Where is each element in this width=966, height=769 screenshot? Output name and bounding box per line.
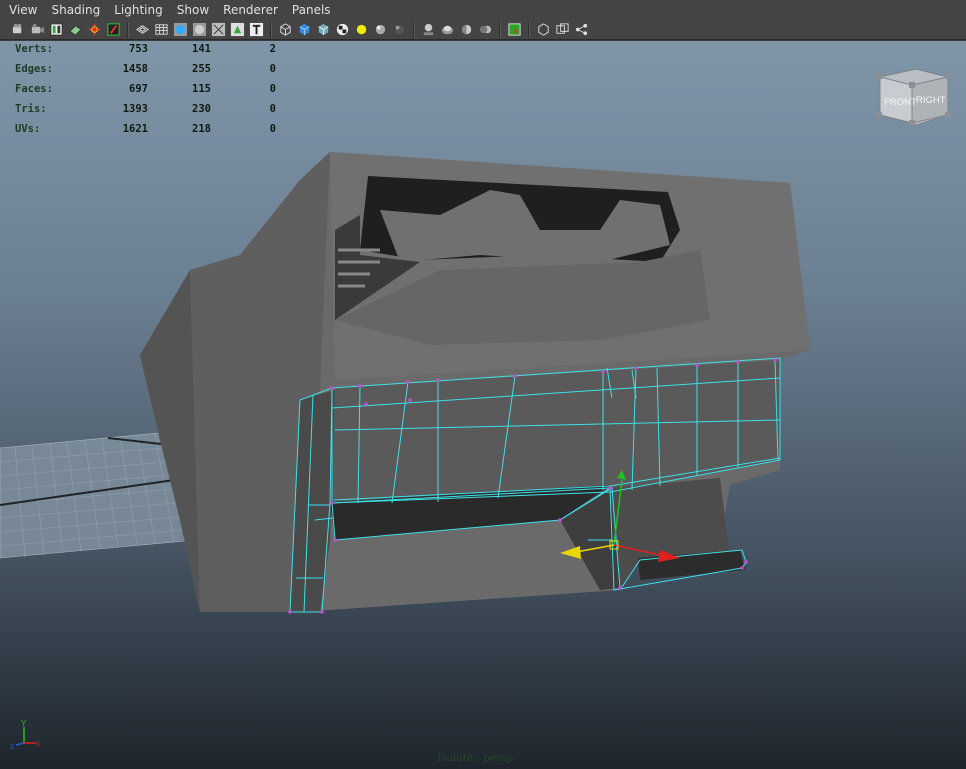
axis-indicator: Y z x [10, 719, 40, 751]
camera-attributes-icon[interactable] [29, 22, 46, 38]
hud-row-uvs: UVs: 1621 218 0 [15, 123, 276, 143]
hud-value: 0 [269, 83, 276, 95]
viewport-menu-bar: View Shading Lighting Show Renderer Pane… [0, 0, 966, 20]
hud-label: UVs: [15, 123, 41, 135]
hud-label: Verts: [15, 43, 53, 55]
cube-textured-icon[interactable] [315, 22, 332, 38]
light-bulb-icon[interactable] [353, 22, 370, 38]
menu-view[interactable]: View [2, 0, 44, 20]
two-views-icon[interactable] [554, 22, 571, 38]
single-view-icon[interactable] [535, 22, 552, 38]
cube-shaded-icon[interactable] [296, 22, 313, 38]
xray-icon[interactable] [210, 22, 227, 38]
share-icon[interactable] [573, 22, 590, 38]
camera-select-icon[interactable] [10, 22, 27, 38]
hud-label: Edges: [15, 63, 53, 75]
smooth-shade-icon[interactable] [172, 22, 189, 38]
scene-canvas[interactable] [0, 41, 966, 769]
textured-icon[interactable] [229, 22, 246, 38]
menu-renderer[interactable]: Renderer [216, 0, 285, 20]
hud-value: 2 [269, 43, 276, 55]
menu-shading[interactable]: Shading [44, 0, 107, 20]
hud-row-tris: Tris: 1393 230 0 [15, 103, 276, 123]
cube-wire-icon[interactable] [277, 22, 294, 38]
axis-x-label: x [36, 739, 40, 748]
checker-icon[interactable] [334, 22, 351, 38]
film-gate-icon[interactable] [105, 22, 122, 38]
hud-value: 0 [269, 103, 276, 115]
axis-z-label: z [10, 742, 14, 751]
grid-toggle-icon[interactable] [153, 22, 170, 38]
perspective-viewport[interactable]: Verts: 753 141 2 Edges: 1458 255 0 Faces… [0, 41, 966, 769]
grid-pivot-icon[interactable] [86, 22, 103, 38]
sphere-lit-icon[interactable] [372, 22, 389, 38]
hud-value: 1458 [122, 63, 148, 75]
hud-value: 1393 [122, 103, 148, 115]
isolate-status-label: Isolate : persp [437, 752, 514, 764]
poly-count-hud: Verts: 753 141 2 Edges: 1458 255 0 Faces… [15, 43, 276, 143]
isolate-icon[interactable] [420, 22, 437, 38]
shadows-icon[interactable] [439, 22, 456, 38]
wireframe-icon[interactable] [134, 22, 151, 38]
hud-value: 0 [269, 123, 276, 135]
ambient-occlusion-icon[interactable] [458, 22, 475, 38]
text-icon[interactable] [248, 22, 265, 38]
toolbar-separator [499, 21, 501, 38]
menu-panels[interactable]: Panels [285, 0, 338, 20]
hud-value: 255 [192, 63, 211, 75]
hud-row-faces: Faces: 697 115 0 [15, 83, 276, 103]
hud-value: 753 [129, 43, 148, 55]
hud-label: Faces: [15, 83, 53, 95]
toolbar-separator [127, 21, 129, 38]
menu-lighting[interactable]: Lighting [107, 0, 170, 20]
motion-blur-icon[interactable] [477, 22, 494, 38]
hud-row-edges: Edges: 1458 255 0 [15, 63, 276, 83]
hud-value: 218 [192, 123, 211, 135]
viewport-toolbar [0, 20, 966, 40]
viewcube-right-label[interactable]: RIGHT [916, 95, 946, 106]
hud-value: 230 [192, 103, 211, 115]
view-cube[interactable]: FRONT RIGHT [876, 65, 952, 129]
axis-y-label: Y [21, 719, 27, 728]
bumper-mesh [140, 152, 810, 612]
select-camera-icon[interactable] [506, 22, 523, 38]
hud-label: Tris: [15, 103, 47, 115]
hud-value: 141 [192, 43, 211, 55]
flat-shade-icon[interactable] [191, 22, 208, 38]
sphere-dark-icon[interactable] [391, 22, 408, 38]
hud-value: 115 [192, 83, 211, 95]
toolbar-separator [413, 21, 415, 38]
bookmark-icon[interactable] [48, 22, 65, 38]
hud-value: 0 [269, 63, 276, 75]
toolbar-separator [270, 21, 272, 38]
menu-show[interactable]: Show [170, 0, 216, 20]
viewcube-front-label[interactable]: FRONT [884, 97, 917, 108]
hud-value: 1621 [122, 123, 148, 135]
hud-row-verts: Verts: 753 141 2 [15, 43, 276, 63]
toolbar-separator [528, 21, 530, 38]
image-plane-icon[interactable] [67, 22, 84, 38]
hud-value: 697 [129, 83, 148, 95]
